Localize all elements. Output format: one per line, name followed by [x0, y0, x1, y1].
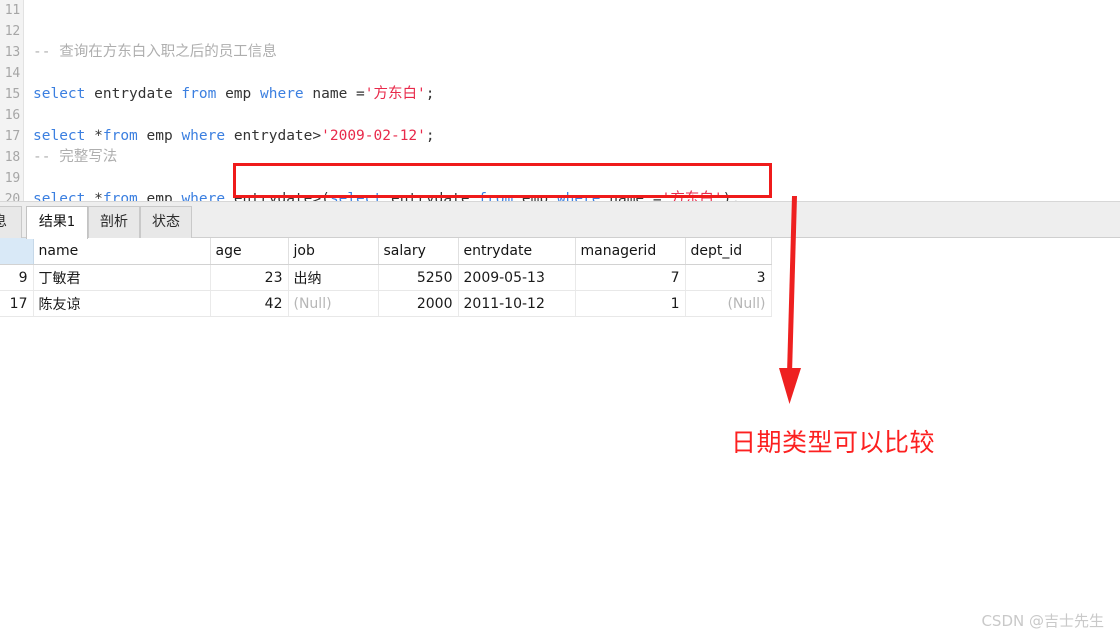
code-token: entrydate	[85, 86, 182, 102]
code-line-15[interactable]: select entrydate from emp where name ='方…	[33, 84, 434, 105]
code-line-18[interactable]: -- 完整写法	[33, 147, 117, 168]
code-token: emp	[513, 191, 557, 201]
code-token: '2009-02-12'	[321, 128, 426, 144]
cell-entrydate[interactable]: 2009-05-13	[458, 264, 576, 291]
code-token: );	[722, 191, 741, 201]
cell-salary[interactable]: 2000	[378, 290, 459, 317]
line-number-11: 11	[4, 3, 20, 18]
cell-entrydate[interactable]: 2011-10-12	[458, 290, 576, 317]
tab-info[interactable]: 息	[0, 206, 22, 239]
code-line-20[interactable]: select *from emp where entrydate>(select…	[33, 189, 740, 201]
code-token: select	[329, 191, 383, 201]
code-token: entrydate>(	[225, 191, 330, 201]
cell-id[interactable]: 9	[0, 264, 34, 291]
code-token: select	[33, 128, 86, 144]
column-header-id[interactable]	[0, 238, 34, 265]
column-header-age[interactable]: age	[210, 238, 289, 265]
code-token: where	[181, 191, 226, 201]
cell-managerid[interactable]: 7	[575, 264, 686, 291]
column-header-deptid[interactable]: dept_id	[685, 238, 772, 265]
code-token: ;	[425, 128, 435, 144]
cell-managerid[interactable]: 1	[575, 290, 686, 317]
line-number-19: 19	[4, 171, 20, 186]
tab-info-label: 息	[0, 214, 7, 230]
code-token: from	[181, 86, 217, 102]
code-token: 方东白	[373, 86, 418, 102]
result-grid[interactable]: name age job salary entrydate managerid …	[0, 238, 772, 317]
table-row[interactable]: 9 丁敏君 23 出纳 5250 2009-05-13 7 3	[0, 264, 772, 291]
code-token: where	[181, 128, 226, 144]
code-token: name =	[303, 86, 365, 102]
editor-line-number-gutter: 11 12 13 14 15 16 17 18 19 20	[0, 0, 24, 201]
column-header-entrydate[interactable]: entrydate	[458, 238, 576, 265]
sql-editor[interactable]: 11 12 13 14 15 16 17 18 19 20 -- 查询在方东白入职之后的员工信息 s…	[0, 0, 1120, 201]
code-token: *	[85, 128, 103, 144]
code-token: '	[713, 191, 723, 201]
line-number-14: 14	[4, 66, 20, 81]
code-line-17[interactable]: select *from emp where entrydate>'2009-0…	[33, 126, 435, 147]
column-header-job[interactable]: job	[288, 238, 379, 265]
code-token: '	[364, 86, 374, 102]
code-token: from	[102, 191, 138, 201]
code-token: from	[102, 128, 138, 144]
csdn-watermark: CSDN @吉士先生	[981, 612, 1104, 630]
cell-job[interactable]: 出纳	[288, 264, 379, 291]
tab-status[interactable]: 状态	[140, 206, 192, 239]
table-row[interactable]: 17 陈友谅 42 (Null) 2000 2011-10-12 1 (Null)	[0, 290, 772, 317]
code-token: emp	[216, 86, 260, 102]
column-header-managerid[interactable]: managerid	[575, 238, 686, 265]
line-number-12: 12	[4, 24, 20, 39]
column-header-salary[interactable]: salary	[378, 238, 459, 265]
result-table-body: 9 丁敏君 23 出纳 5250 2009-05-13 7 3 17 陈友谅 42 (Null) 200…	[0, 264, 772, 317]
result-tab-bar: 息 结果1 剖析 状态	[0, 201, 1120, 239]
table-header-row: name age job salary entrydate managerid …	[0, 238, 772, 265]
cell-name[interactable]: 丁敏君	[33, 264, 211, 291]
cell-id[interactable]: 17	[0, 290, 34, 317]
code-token: where	[556, 191, 601, 201]
line-number-13: 13	[4, 45, 20, 60]
tab-result[interactable]: 结果1	[26, 206, 88, 239]
code-token: 方东白	[670, 191, 714, 201]
line-number-17: 17	[4, 129, 20, 144]
code-token: emp	[137, 191, 182, 201]
code-token: 查询在方东白入职之后的员工信息	[59, 44, 277, 60]
code-token: entrydate	[382, 191, 479, 201]
code-token: --	[33, 149, 60, 165]
cell-age[interactable]: 42	[210, 290, 289, 317]
tab-status-label: 状态	[152, 214, 180, 230]
annotation-label: 日期类型可以比较	[731, 428, 936, 457]
cell-age[interactable]: 23	[210, 264, 289, 291]
code-token: select	[33, 191, 86, 201]
line-number-16: 16	[4, 108, 20, 123]
column-header-name[interactable]: name	[33, 238, 211, 265]
cell-deptid[interactable]: (Null)	[685, 290, 772, 317]
cell-salary[interactable]: 5250	[378, 264, 459, 291]
code-token: *	[85, 191, 103, 201]
tab-result-count: 1	[66, 215, 76, 230]
line-number-15: 15	[4, 87, 20, 102]
code-token: '	[417, 86, 426, 102]
code-token: from	[478, 191, 514, 201]
code-token: name =	[600, 191, 662, 201]
tab-result-label: 结果	[38, 214, 67, 230]
line-number-20: 20	[4, 192, 20, 201]
result-table: name age job salary entrydate managerid …	[0, 238, 772, 317]
cell-job[interactable]: (Null)	[288, 290, 379, 317]
cell-name[interactable]: 陈友谅	[33, 290, 211, 317]
code-token: entrydate>	[225, 128, 322, 144]
code-token: select	[33, 86, 86, 102]
cell-deptid[interactable]: 3	[685, 264, 772, 291]
code-token: --	[33, 44, 60, 60]
code-token: ;	[425, 86, 435, 102]
tab-profile[interactable]: 剖析	[88, 206, 140, 239]
code-token: emp	[137, 128, 182, 144]
tab-profile-label: 剖析	[100, 214, 128, 230]
code-line-13[interactable]: -- 查询在方东白入职之后的员工信息	[33, 42, 277, 63]
line-number-18: 18	[4, 150, 20, 165]
code-token: 完整写法	[59, 149, 118, 165]
code-token: where	[260, 86, 304, 102]
